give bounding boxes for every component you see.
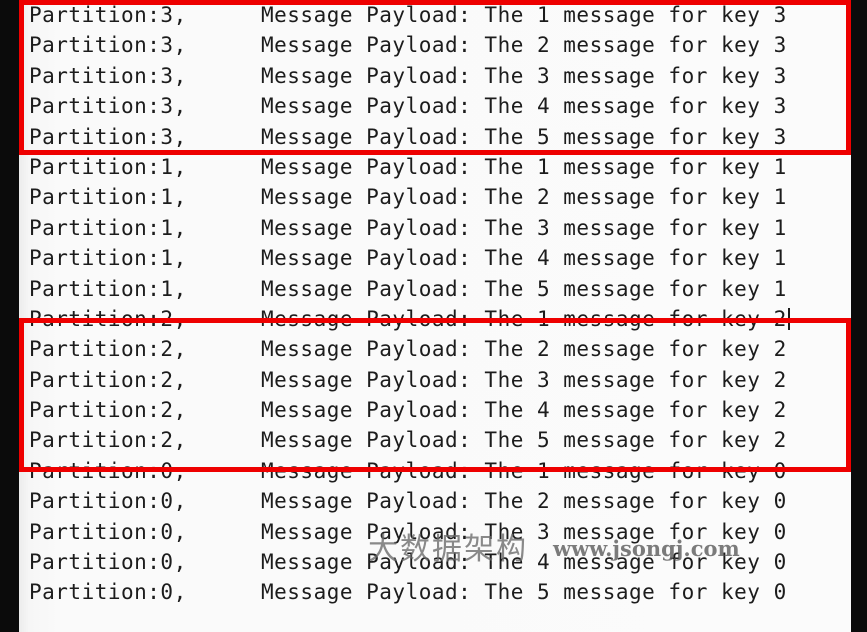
message-payload-text: Message Payload: The 1 message for key 1: [261, 154, 787, 179]
partition-label: Partition:1,: [29, 185, 187, 210]
console-line: Partition:2, Message Payload: The 5 messa…: [19, 425, 851, 455]
message-payload-text: Message Payload: The 1 message for key 3: [261, 3, 787, 27]
partition-label: Partition:3,: [29, 63, 187, 88]
partition-label: Partition:2,: [29, 306, 187, 331]
message-payload-text: Message Payload: The 4 message for key 3: [261, 94, 787, 119]
console-output-pane[interactable]: Partition:3, Message Payload: The 1 messa…: [19, 0, 851, 632]
partition-label: Partition:0,: [29, 519, 187, 544]
console-line: Partition:0, Message Payload: The 4 messa…: [19, 547, 851, 577]
console-line: Partition:1, Message Payload: The 5 messa…: [19, 274, 851, 304]
console-line: Partition:0, Message Payload: The 2 messa…: [19, 486, 851, 516]
message-payload-text: Message Payload: The 5 message for key 3: [261, 124, 787, 149]
console-line: Partition:0, Message Payload: The 3 messa…: [19, 517, 851, 547]
partition-label: Partition:2,: [29, 367, 187, 392]
console-line-list: Partition:3, Message Payload: The 1 messa…: [19, 0, 851, 608]
console-line: Partition:1, Message Payload: The 3 messa…: [19, 213, 851, 243]
partition-label: Partition:0,: [29, 580, 187, 605]
console-line: Partition:1, Message Payload: The 2 messa…: [19, 182, 851, 212]
console-line: Partition:0, Message Payload: The 5 messa…: [19, 577, 851, 607]
partition-label: Partition:3,: [29, 94, 187, 119]
partition-label: Partition:1,: [29, 246, 187, 271]
message-payload-text: Message Payload: The 1 message for key 2: [261, 306, 787, 331]
console-line: Partition:2, Message Payload: The 2 messa…: [19, 334, 851, 364]
text-caret: [787, 307, 790, 330]
partition-label: Partition:3,: [29, 33, 187, 58]
console-line: Partition:3, Message Payload: The 4 messa…: [19, 91, 851, 121]
console-line: Partition:3, Message Payload: The 5 messa…: [19, 122, 851, 152]
partition-label: Partition:1,: [29, 276, 187, 301]
console-line: Partition:0, Message Payload: The 1 messa…: [19, 456, 851, 486]
message-payload-text: Message Payload: The 1 message for key 0: [261, 458, 787, 483]
message-payload-text: Message Payload: The 3 message for key 1: [261, 215, 787, 240]
message-payload-text: Message Payload: The 3 message for key 0: [261, 519, 787, 544]
message-payload-text: Message Payload: The 5 message for key 2: [261, 428, 787, 453]
message-payload-text: Message Payload: The 2 message for key 1: [261, 185, 787, 210]
console-line: Partition:2, Message Payload: The 3 messa…: [19, 365, 851, 395]
partition-label: Partition:0,: [29, 489, 187, 514]
console-line: Partition:1, Message Payload: The 4 messa…: [19, 243, 851, 273]
console-line: Partition:3, Message Payload: The 2 messa…: [19, 30, 851, 60]
partition-label: Partition:2,: [29, 428, 187, 453]
message-payload-text: Message Payload: The 3 message for key 2: [261, 367, 787, 392]
console-screenshot: Partition:3, Message Payload: The 1 messa…: [0, 0, 867, 632]
console-line: Partition:2, Message Payload: The 4 messa…: [19, 395, 851, 425]
partition-label: Partition:2,: [29, 337, 187, 362]
partition-label: Partition:3,: [29, 3, 187, 27]
console-line: Partition:2, Message Payload: The 1 messa…: [19, 304, 851, 334]
partition-label: Partition:1,: [29, 154, 187, 179]
message-payload-text: Message Payload: The 4 message for key 2: [261, 398, 787, 423]
partition-label: Partition:0,: [29, 458, 187, 483]
message-payload-text: Message Payload: The 2 message for key 2: [261, 337, 787, 362]
right-gutter: [851, 0, 867, 632]
message-payload-text: Message Payload: The 4 message for key 1: [261, 246, 787, 271]
left-gutter: [0, 0, 19, 632]
message-payload-text: Message Payload: The 3 message for key 3: [261, 63, 787, 88]
console-line: Partition:3, Message Payload: The 1 messa…: [19, 0, 851, 30]
message-payload-text: Message Payload: The 2 message for key 3: [261, 33, 787, 58]
message-payload-text: Message Payload: The 2 message for key 0: [261, 489, 787, 514]
console-line: Partition:1, Message Payload: The 1 messa…: [19, 152, 851, 182]
console-line: Partition:3, Message Payload: The 3 messa…: [19, 61, 851, 91]
partition-label: Partition:1,: [29, 215, 187, 240]
message-payload-text: Message Payload: The 4 message for key 0: [261, 550, 787, 575]
partition-label: Partition:2,: [29, 398, 187, 423]
partition-label: Partition:3,: [29, 124, 187, 149]
message-payload-text: Message Payload: The 5 message for key 1: [261, 276, 787, 301]
message-payload-text: Message Payload: The 5 message for key 0: [261, 580, 787, 605]
partition-label: Partition:0,: [29, 550, 187, 575]
